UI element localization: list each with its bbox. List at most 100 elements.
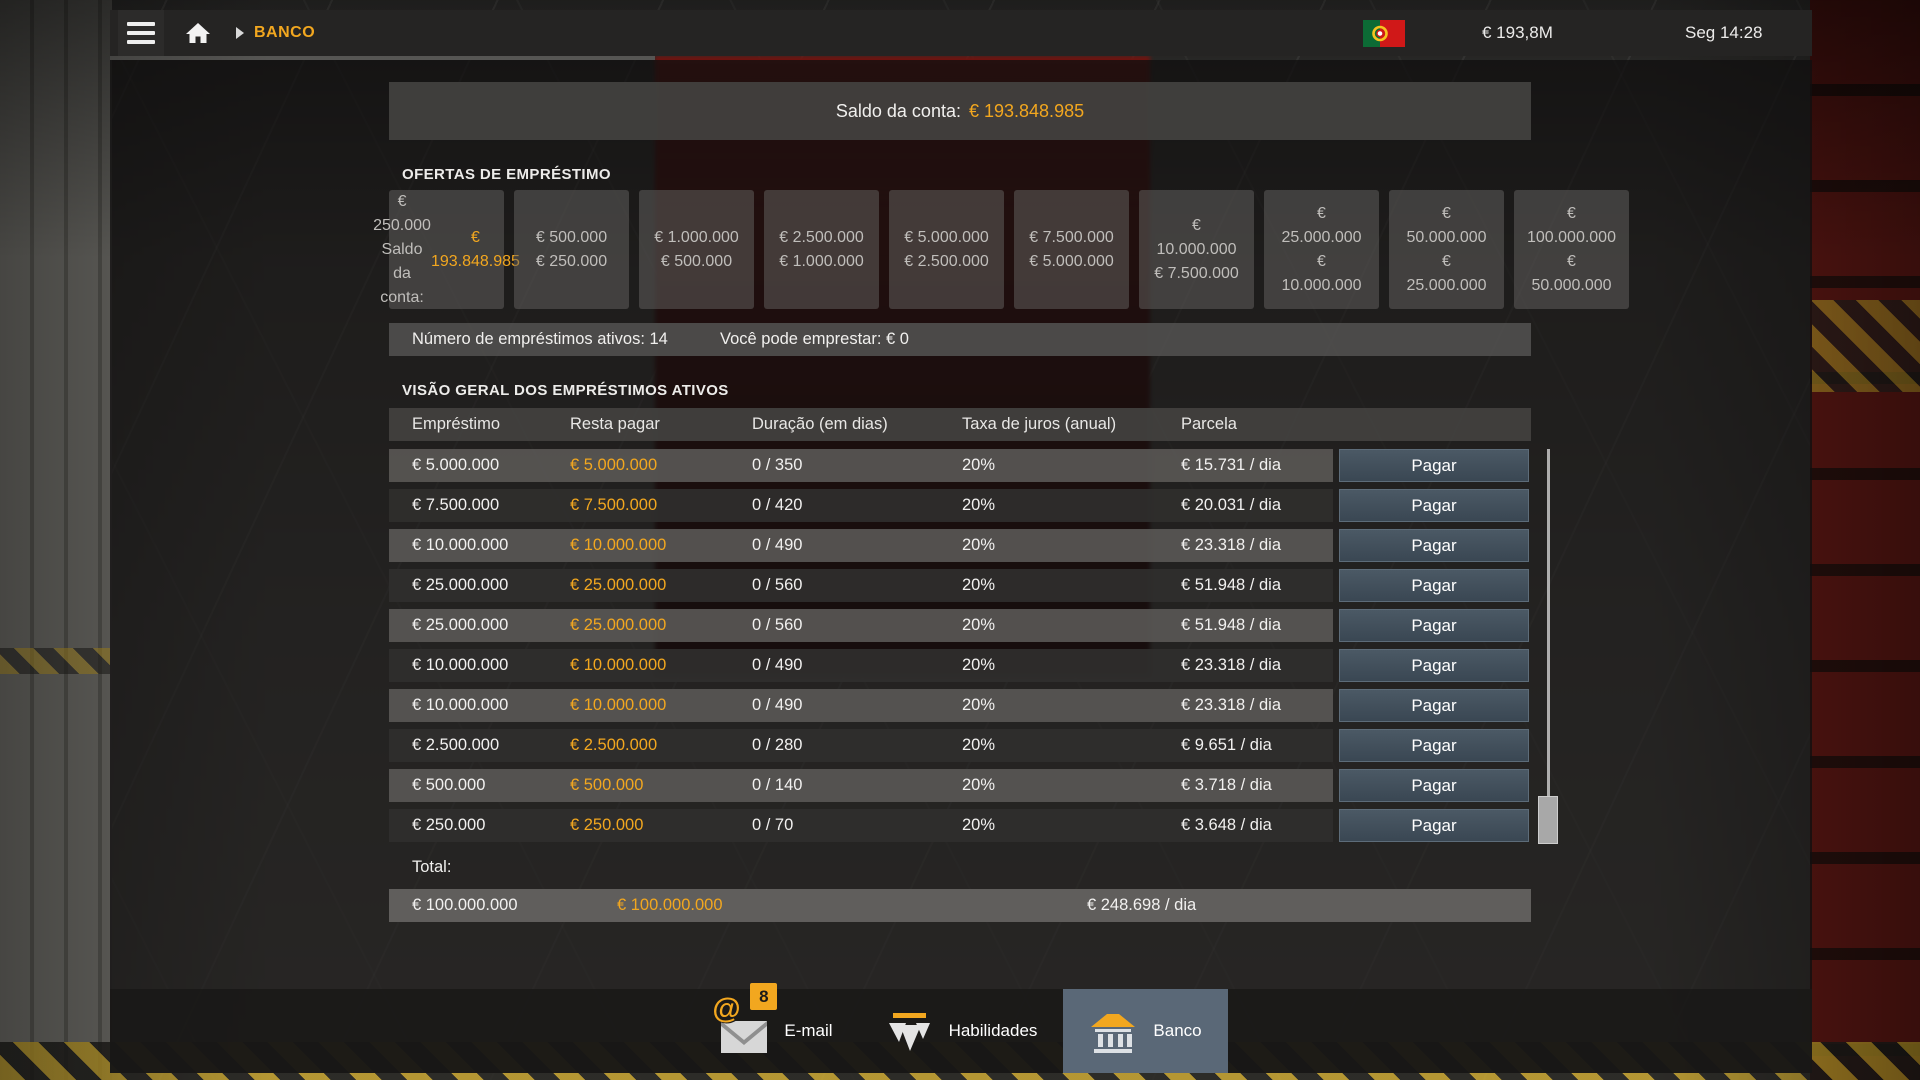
table-row: € 2.500.000 € 2.500.000 0 / 280 20% € 9.… xyxy=(389,729,1529,762)
loan-duration: 0 / 140 xyxy=(752,769,802,802)
breadcrumb-chevron-icon xyxy=(236,27,244,39)
total-installment: € 248.698 / dia xyxy=(1087,889,1196,922)
pay-button[interactable]: Pagar xyxy=(1339,809,1529,842)
borrow-capacity: Você pode emprestar: € 0 xyxy=(720,323,909,356)
tab-email[interactable]: @ 8 E-mail xyxy=(694,989,858,1073)
balance-value: € 193.848.985 xyxy=(969,101,1084,122)
loan-amount: € 250.000 xyxy=(412,809,485,842)
daily-installment: € 3.648 / dia xyxy=(1181,809,1272,842)
interest-rate: 20% xyxy=(962,489,995,522)
tab-banco-label: Banco xyxy=(1153,1021,1201,1041)
pay-button[interactable]: Pagar xyxy=(1339,489,1529,522)
total-label: Total: xyxy=(412,858,451,877)
loan-offer-card[interactable]: € 50.000.000 € 25.000.000 xyxy=(1389,190,1504,309)
home-icon xyxy=(185,21,211,45)
table-row: € 10.000.000 € 10.000.000 0 / 490 20% € … xyxy=(389,689,1529,722)
screen: BANCO € 193,8M Seg 14:28 Saldo da conta:… xyxy=(0,0,1920,1080)
loan-offer-card[interactable]: € 7.500.000 € 5.000.000 xyxy=(1014,190,1129,309)
scrollbar-thumb[interactable] xyxy=(1538,796,1558,844)
pay-button[interactable]: Pagar xyxy=(1339,609,1529,642)
pay-button[interactable]: Pagar xyxy=(1339,569,1529,602)
offer-amounts: € 100.000.000 € 50.000.000 xyxy=(1527,202,1616,298)
email-unread-badge: 8 xyxy=(750,983,777,1010)
table-row: € 7.500.000 € 7.500.000 0 / 420 20% € 20… xyxy=(389,489,1529,522)
remaining-amount: € 10.000.000 xyxy=(570,689,666,722)
pay-button[interactable]: Pagar xyxy=(1339,769,1529,802)
table-header: Empréstimo Resta pagar Duração (em dias)… xyxy=(389,408,1531,441)
loan-offer-cards: € 250.000 Saldo da conta: € 193.848.985 … xyxy=(389,190,1629,309)
pay-button[interactable]: Pagar xyxy=(1339,529,1529,562)
remaining-amount: € 500.000 xyxy=(570,769,643,802)
header-loan: Empréstimo xyxy=(412,408,500,441)
loan-offer-card[interactable]: € 2.500.000 € 1.000.000 xyxy=(764,190,879,309)
loan-offer-card[interactable]: € 100.000.000 € 50.000.000 xyxy=(1514,190,1629,309)
table-row: € 25.000.000 € 25.000.000 0 / 560 20% € … xyxy=(389,609,1529,642)
interest-rate: 20% xyxy=(962,689,995,722)
tab-email-label: E-mail xyxy=(784,1021,832,1041)
loans-table-title: VISÃO GERAL DOS EMPRÉSTIMOS ATIVOS xyxy=(402,382,729,399)
pay-button[interactable]: Pagar xyxy=(1339,649,1529,682)
pay-button[interactable]: Pagar xyxy=(1339,449,1529,482)
offer-amounts: € 7.500.000 € 5.000.000 xyxy=(1029,226,1114,274)
loan-offer-card[interactable]: € 5.000.000 € 2.500.000 xyxy=(889,190,1004,309)
account-balance-short: € 193,8M xyxy=(1482,23,1553,43)
home-button[interactable] xyxy=(176,10,220,56)
interest-rate: 20% xyxy=(962,529,995,562)
loan-amount: € 25.000.000 xyxy=(412,569,508,602)
offers-title: OFERTAS DE EMPRÉSTIMO xyxy=(402,166,611,183)
header-installment: Parcela xyxy=(1181,408,1237,441)
interest-rate: 20% xyxy=(962,449,995,482)
table-row: € 250.000 € 250.000 0 / 70 20% € 3.648 /… xyxy=(389,809,1529,842)
active-loans-count: Número de empréstimos ativos: 14 xyxy=(412,323,668,356)
header-duration: Duração (em dias) xyxy=(752,408,888,441)
header-rate: Taxa de juros (anual) xyxy=(962,408,1116,441)
scrollbar-track[interactable] xyxy=(1547,449,1550,842)
loan-duration: 0 / 420 xyxy=(752,489,802,522)
bottom-tabs: @ 8 E-mail xyxy=(110,989,1812,1073)
loan-offer-card[interactable]: € 10.000.000 € 7.500.000 xyxy=(1139,190,1254,309)
bank-panel: BANCO € 193,8M Seg 14:28 Saldo da conta:… xyxy=(110,10,1812,1073)
table-row: € 5.000.000 € 5.000.000 0 / 350 20% € 15… xyxy=(389,449,1529,482)
game-time: Seg 14:28 xyxy=(1685,23,1763,43)
menu-button[interactable] xyxy=(118,10,164,56)
offer-amounts: € 500.000 € 250.000 xyxy=(536,226,607,274)
loan-offer-card[interactable]: € 250.000 Saldo da conta: € 193.848.985 xyxy=(389,190,504,309)
loan-duration: 0 / 560 xyxy=(752,609,802,642)
loan-amount: € 500.000 xyxy=(412,769,485,802)
interest-rate: 20% xyxy=(962,649,995,682)
daily-installment: € 23.318 / dia xyxy=(1181,529,1281,562)
loan-amount: € 5.000.000 xyxy=(412,449,499,482)
loan-duration: 0 / 490 xyxy=(752,689,802,722)
loan-amount: € 10.000.000 xyxy=(412,649,508,682)
offer-balance-highlight: € 193.848.985 xyxy=(431,226,520,274)
loan-amount: € 10.000.000 xyxy=(412,689,508,722)
loan-amount: € 10.000.000 xyxy=(412,529,508,562)
offer-amounts: € 10.000.000 € 7.500.000 xyxy=(1154,214,1239,286)
interest-rate: 20% xyxy=(962,809,995,842)
loans-info-bar: Número de empréstimos ativos: 14 Você po… xyxy=(389,323,1531,356)
interest-rate: 20% xyxy=(962,729,995,762)
total-row: € 100.000.000 € 100.000.000 € 248.698 / … xyxy=(389,889,1531,922)
loan-duration: 0 / 280 xyxy=(752,729,802,762)
daily-installment: € 51.948 / dia xyxy=(1181,609,1281,642)
loan-duration: 0 / 70 xyxy=(752,809,793,842)
tab-habilidades[interactable]: Habilidades xyxy=(859,989,1064,1073)
loan-offer-card[interactable]: € 25.000.000 € 10.000.000 xyxy=(1264,190,1379,309)
loan-offer-card[interactable]: € 1.000.000 € 500.000 xyxy=(639,190,754,309)
interest-rate: 20% xyxy=(962,609,995,642)
remaining-amount: € 5.000.000 xyxy=(570,449,657,482)
loan-duration: 0 / 490 xyxy=(752,529,802,562)
loan-amount: € 25.000.000 xyxy=(412,609,508,642)
pay-button[interactable]: Pagar xyxy=(1339,729,1529,762)
breadcrumb[interactable]: BANCO xyxy=(254,24,315,42)
at-symbol-icon: @ xyxy=(712,993,740,1026)
portugal-flag-icon xyxy=(1363,20,1405,47)
pay-button[interactable]: Pagar xyxy=(1339,689,1529,722)
daily-installment: € 51.948 / dia xyxy=(1181,569,1281,602)
remaining-amount: € 10.000.000 xyxy=(570,529,666,562)
tab-banco[interactable]: Banco xyxy=(1063,989,1227,1073)
offer-amounts: € 25.000.000 € 10.000.000 xyxy=(1281,202,1361,298)
remaining-amount: € 2.500.000 xyxy=(570,729,657,762)
loan-offer-card[interactable]: € 500.000 € 250.000 xyxy=(514,190,629,309)
total-loan: € 100.000.000 xyxy=(412,889,518,922)
